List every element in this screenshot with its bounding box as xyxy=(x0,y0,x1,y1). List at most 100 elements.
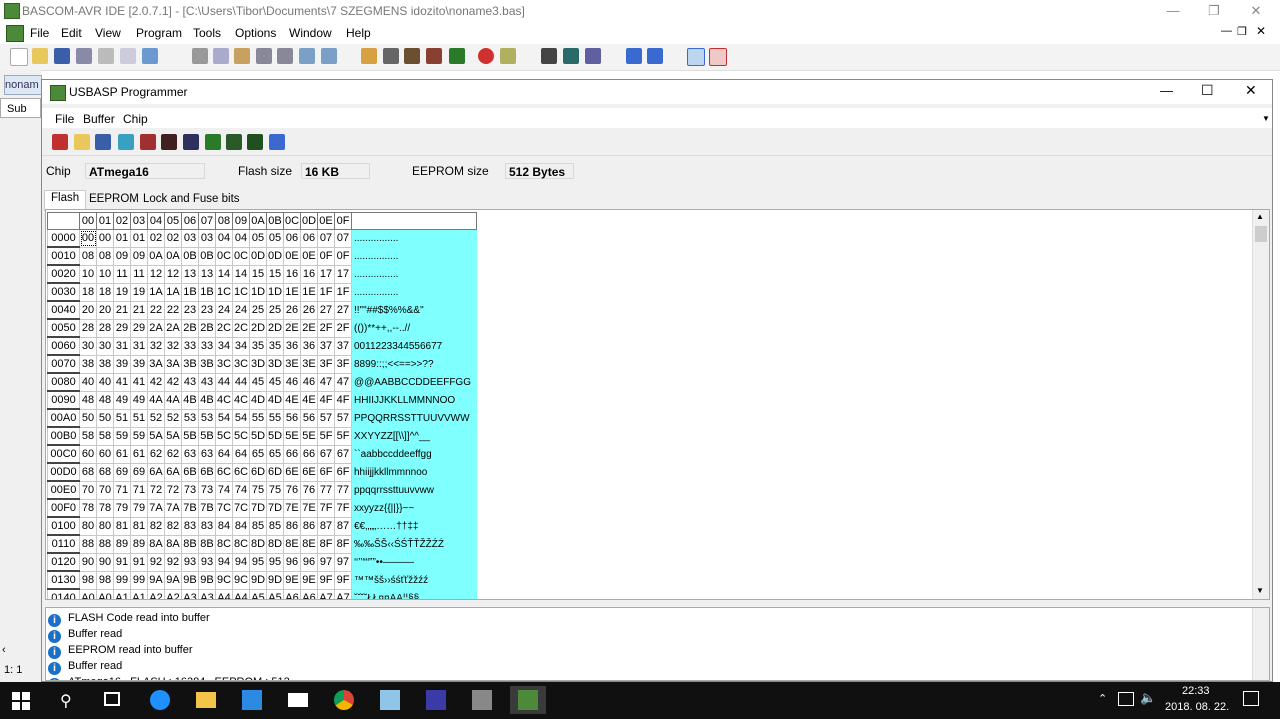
hex-byte-cell[interactable]: 12 xyxy=(164,264,182,284)
hex-byte-cell[interactable]: 4D xyxy=(249,390,267,410)
hex-byte-cell[interactable]: 15 xyxy=(266,264,284,284)
hex-byte-cell[interactable]: 85 xyxy=(266,516,284,536)
menu-file[interactable]: File xyxy=(30,26,49,40)
tab-flash[interactable]: Flash xyxy=(44,190,87,211)
hex-byte-cell[interactable]: 1F xyxy=(334,282,352,302)
hex-byte-cell[interactable]: 92 xyxy=(164,552,182,572)
hex-byte-cell[interactable]: A2 xyxy=(164,588,182,599)
hex-byte-cell[interactable]: 27 xyxy=(334,300,352,320)
hex-byte-cell[interactable]: 26 xyxy=(283,300,301,320)
copy-icon[interactable] xyxy=(213,48,229,64)
hex-byte-cell[interactable]: 93 xyxy=(181,552,199,572)
hex-byte-cell[interactable]: 88 xyxy=(79,534,97,554)
hex-byte-cell[interactable]: 78 xyxy=(79,498,97,518)
hex-byte-cell[interactable]: 81 xyxy=(113,516,131,536)
hex-byte-cell[interactable]: 56 xyxy=(300,408,318,428)
hex-byte-cell[interactable]: 80 xyxy=(79,516,97,536)
mdi-close-button[interactable]: ✕ xyxy=(1256,24,1266,38)
hex-byte-cell[interactable]: 23 xyxy=(198,300,216,320)
hex-byte-cell[interactable]: 43 xyxy=(198,372,216,392)
hex-byte-cell[interactable]: 50 xyxy=(79,408,97,428)
ascii-cell[interactable]: ™™šš››śśťťžžźź xyxy=(351,571,477,589)
hex-byte-cell[interactable]: 41 xyxy=(113,372,131,392)
hex-byte-cell[interactable]: 0C xyxy=(232,246,250,266)
hex-byte-cell[interactable]: 83 xyxy=(181,516,199,536)
hex-byte-cell[interactable]: 7D xyxy=(266,498,284,518)
hex-byte-cell[interactable]: 32 xyxy=(164,336,182,356)
simulate-icon[interactable] xyxy=(426,48,442,64)
hex-byte-cell[interactable]: 11 xyxy=(130,264,148,284)
hex-byte-cell[interactable]: 68 xyxy=(96,462,114,482)
hex-byte-cell[interactable]: 29 xyxy=(113,318,131,338)
hex-byte-cell[interactable]: 9B xyxy=(198,570,216,590)
write-buffer-icon[interactable] xyxy=(161,134,177,150)
hex-byte-cell[interactable]: 09 xyxy=(113,246,131,266)
hex-byte-cell[interactable]: 50 xyxy=(96,408,114,428)
menu-overflow-icon[interactable]: ▼ xyxy=(1262,114,1270,123)
hex-byte-cell[interactable]: A3 xyxy=(181,588,199,599)
ascii-cell[interactable]: 8899::;;<<==>>?? xyxy=(351,355,477,373)
syntax-check-icon[interactable] xyxy=(383,48,399,64)
terminal-icon[interactable] xyxy=(500,48,516,64)
hex-byte-cell[interactable]: 41 xyxy=(130,372,148,392)
read-chip-icon[interactable] xyxy=(118,134,134,150)
hex-byte-cell[interactable]: 59 xyxy=(113,426,131,446)
hex-byte-cell[interactable]: 77 xyxy=(317,480,335,500)
hex-byte-cell[interactable]: 6E xyxy=(300,462,318,482)
lcd-designer-icon[interactable] xyxy=(541,48,557,64)
ascii-cell[interactable]: !!""##$$%%&&'' xyxy=(351,301,477,319)
hex-byte-cell[interactable]: 1D xyxy=(249,282,267,302)
hex-byte-cell[interactable]: 4A xyxy=(147,390,165,410)
hex-byte-cell[interactable]: 1F xyxy=(317,282,335,302)
hex-byte-cell[interactable]: 20 xyxy=(96,300,114,320)
hex-byte-cell[interactable]: 36 xyxy=(283,336,301,356)
hex-byte-cell[interactable]: 62 xyxy=(164,444,182,464)
hex-byte-cell[interactable]: 2A xyxy=(164,318,182,338)
hex-byte-cell[interactable]: 80 xyxy=(96,516,114,536)
hex-byte-cell[interactable]: 28 xyxy=(96,318,114,338)
hex-byte-cell[interactable]: 8B xyxy=(181,534,199,554)
find-icon[interactable] xyxy=(299,48,315,64)
hex-byte-cell[interactable]: 04 xyxy=(232,229,250,248)
hex-byte-cell[interactable]: A1 xyxy=(113,588,131,599)
hex-byte-cell[interactable]: 0A xyxy=(147,246,165,266)
hex-byte-cell[interactable]: 73 xyxy=(198,480,216,500)
save-all-icon[interactable] xyxy=(76,48,92,64)
ascii-cell[interactable]: ‰‰ŠŠ‹‹ŚŚŤŤŽŽŹŹ xyxy=(351,535,477,553)
clock-time[interactable]: 22:33 xyxy=(1182,685,1210,697)
hex-byte-cell[interactable]: 21 xyxy=(130,300,148,320)
ascii-cell[interactable]: @@AABBCCDDEEFFGG xyxy=(351,373,477,391)
network-icon[interactable] xyxy=(1118,692,1134,706)
volume-icon[interactable]: 🔈 xyxy=(1140,690,1156,706)
hex-byte-cell[interactable]: 63 xyxy=(198,444,216,464)
hex-byte-cell[interactable]: 71 xyxy=(130,480,148,500)
hex-byte-cell[interactable]: 0B xyxy=(198,246,216,266)
hex-byte-cell[interactable]: 5E xyxy=(283,426,301,446)
hex-byte-cell[interactable]: 48 xyxy=(79,390,97,410)
hex-byte-cell[interactable]: 35 xyxy=(249,336,267,356)
hex-byte-cell[interactable]: 74 xyxy=(232,480,250,500)
ascii-cell[interactable]: ‘‘’’““””••––—— xyxy=(351,553,477,571)
hex-byte-cell[interactable]: 96 xyxy=(283,552,301,572)
hex-byte-cell[interactable]: 65 xyxy=(249,444,267,464)
hex-byte-cell[interactable]: 84 xyxy=(215,516,233,536)
hex-byte-cell[interactable]: 62 xyxy=(147,444,165,464)
hex-byte-cell[interactable]: 64 xyxy=(232,444,250,464)
hex-byte-cell[interactable]: 9D xyxy=(266,570,284,590)
mail-icon[interactable] xyxy=(284,686,312,714)
program-icon[interactable] xyxy=(205,134,221,150)
save-app-icon[interactable] xyxy=(422,686,450,714)
hex-byte-cell[interactable]: 0F xyxy=(317,246,335,266)
hex-byte-cell[interactable]: 7D xyxy=(249,498,267,518)
programmer-close-button[interactable]: ✕ xyxy=(1245,82,1257,99)
hex-byte-cell[interactable]: A4 xyxy=(232,588,250,599)
grid-scrollbar[interactable]: ▲ ▼ xyxy=(1252,210,1269,599)
hex-byte-cell[interactable]: 8A xyxy=(147,534,165,554)
hex-byte-cell[interactable]: 54 xyxy=(215,408,233,428)
hex-byte-cell[interactable]: 23 xyxy=(181,300,199,320)
hex-byte-cell[interactable]: 13 xyxy=(198,264,216,284)
hex-byte-cell[interactable]: 32 xyxy=(147,336,165,356)
hex-byte-cell[interactable]: 35 xyxy=(266,336,284,356)
hex-byte-cell[interactable]: 7A xyxy=(164,498,182,518)
hex-byte-cell[interactable]: 26 xyxy=(300,300,318,320)
